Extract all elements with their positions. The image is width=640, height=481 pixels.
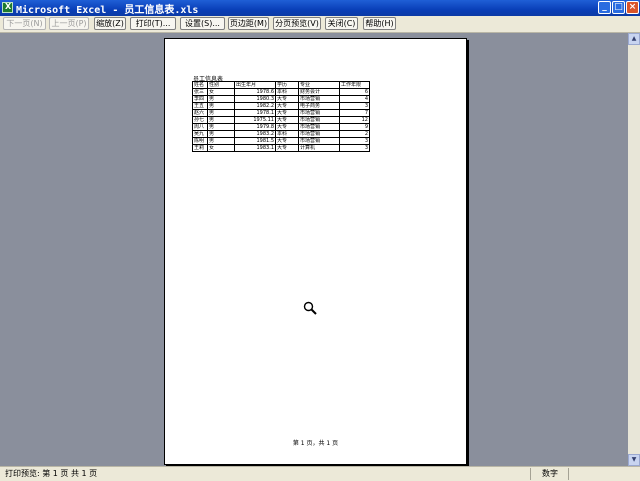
table-cell: 6 (339, 88, 370, 96)
table-header-row: 姓名 性别 出生年月 学历 专业 工作年限 (192, 81, 370, 89)
table-row: 王莉女 1983.1 大专 计算机 3 (192, 144, 370, 152)
title-bar: X Microsoft Excel - 员工信息表.xls _ □ × (0, 0, 640, 16)
status-mode: 数字 (542, 469, 558, 478)
table-cell: 电子商务 (298, 102, 340, 110)
table-row: 吴九男 1983.2 本科 市场营销 2 (192, 130, 370, 138)
close-preview-button[interactable]: 关闭(C) (325, 17, 358, 30)
close-window-button[interactable]: × (626, 1, 639, 14)
setup-button[interactable]: 设置(S)... (180, 17, 225, 30)
table-cell: 男 (207, 116, 235, 124)
table-cell: 市场营销 (298, 130, 340, 138)
table-cell: 本科 (275, 130, 299, 138)
header-cell: 性别 (207, 81, 235, 89)
table-cell: 孙七 (192, 116, 208, 124)
table-cell: 市场营销 (298, 116, 340, 124)
employee-table: 姓名 性别 出生年月 学历 专业 工作年限 张三女 1978.6 本科 财务会计 6 李… (192, 81, 370, 152)
table-cell: 男 (207, 137, 235, 145)
table-cell: 吴九 (192, 130, 208, 138)
table-cell: 大专 (275, 137, 299, 145)
scroll-down-icon[interactable]: ▼ (628, 454, 640, 466)
page-break-preview-button[interactable]: 分页预览(V) (273, 17, 321, 30)
table-cell: 大专 (275, 102, 299, 110)
table-cell: 市场营销 (298, 137, 340, 145)
table-cell: 财务会计 (298, 88, 340, 96)
table-cell: 女 (207, 88, 235, 96)
table-cell: 男 (207, 130, 235, 138)
table-cell: 1982.2 (234, 102, 276, 110)
prev-page-button[interactable]: 上一页(P) (49, 17, 89, 30)
status-page-info: 打印预览: 第 1 页 共 1 页 (5, 469, 98, 478)
table-cell: 1978.6 (234, 88, 276, 96)
table-cell: 男 (207, 102, 235, 110)
table-cell: 王五 (192, 102, 208, 110)
table-cell: 大专 (275, 109, 299, 117)
table-cell: 大专 (275, 123, 299, 131)
table-cell: 大专 (275, 95, 299, 103)
table-row: 周八男 1979.8 大专 市场营销 9 (192, 123, 370, 131)
page-footer: 第 1 页，共 1 页 (292, 440, 339, 447)
table-cell: 3 (339, 102, 370, 110)
next-page-button[interactable]: 下一页(N) (3, 17, 46, 30)
table-row: 王五男 1982.2 大专 电子商务 3 (192, 102, 370, 110)
table-row: 孙七男 1975.11 大专 市场营销 12 (192, 116, 370, 124)
print-button[interactable]: 打印(T)... (130, 17, 176, 30)
table-cell: 赵六 (192, 109, 208, 117)
table-cell: 2 (339, 130, 370, 138)
header-cell: 出生年月 (234, 81, 276, 89)
header-cell: 专业 (298, 81, 340, 89)
table-cell: 男 (207, 109, 235, 117)
table-cell: 市场营销 (298, 95, 340, 103)
table-cell: 王莉 (192, 144, 208, 152)
table-cell: 12 (339, 116, 370, 124)
table-cell: 大专 (275, 116, 299, 124)
table-cell: 3 (339, 144, 370, 152)
margins-button[interactable]: 页边距(M) (228, 17, 269, 30)
table-cell: 男 (207, 123, 235, 131)
table-row: 李四男 1980.3 大专 市场营销 4 (192, 95, 370, 103)
table-cell: 计算机 (298, 144, 340, 152)
table-cell: 1975.11 (234, 116, 276, 124)
scroll-up-icon[interactable]: ▲ (628, 33, 640, 45)
table-cell: 周八 (192, 123, 208, 131)
header-cell: 姓名 (192, 81, 208, 89)
table-cell: 张三 (192, 88, 208, 96)
table-row: 赵六男 1978.1 大专 市场营销 7 (192, 109, 370, 117)
excel-icon[interactable]: X (2, 2, 13, 13)
header-cell: 工作年限 (339, 81, 370, 89)
table-cell: 男 (207, 95, 235, 103)
table-cell: 1979.8 (234, 123, 276, 131)
status-divider (530, 468, 531, 480)
table-cell: 1983.2 (234, 130, 276, 138)
vertical-scrollbar[interactable]: ▲ ▼ (628, 33, 640, 466)
magnifier-cursor-icon (303, 301, 317, 315)
table-cell: 4 (339, 95, 370, 103)
window-title: Microsoft Excel - 员工信息表.xls (16, 5, 199, 16)
maximize-button[interactable]: □ (612, 1, 625, 14)
preview-page[interactable]: 员工信息表 姓名 性别 出生年月 学历 专业 工作年限 张三女 1978.6 本科财… (164, 38, 467, 465)
table-cell: 陈明 (192, 137, 208, 145)
table-cell: 李四 (192, 95, 208, 103)
table-cell: 本科 (275, 88, 299, 96)
help-button[interactable]: 帮助(H) (363, 17, 396, 30)
table-row: 陈明男 1981.5 大专 市场营销 3 (192, 137, 370, 145)
table-cell: 1978.1 (234, 109, 276, 117)
table-cell: 1981.5 (234, 137, 276, 145)
table-cell: 9 (339, 123, 370, 131)
zoom-button[interactable]: 缩放(Z) (94, 17, 126, 30)
table-cell: 1983.1 (234, 144, 276, 152)
table-cell: 1980.3 (234, 95, 276, 103)
status-bar: 打印预览: 第 1 页 共 1 页 数字 (0, 466, 640, 481)
print-preview-toolbar: 下一页(N) 上一页(P) 缩放(Z) 打印(T)... 设置(S)... 页边… (0, 16, 640, 33)
minimize-button[interactable]: _ (598, 1, 611, 14)
table-cell: 3 (339, 137, 370, 145)
table-row: 张三女 1978.6 本科 财务会计 6 (192, 88, 370, 96)
table-cell: 大专 (275, 144, 299, 152)
table-cell: 市场营销 (298, 123, 340, 131)
table-cell: 女 (207, 144, 235, 152)
table-cell: 7 (339, 109, 370, 117)
header-cell: 学历 (275, 81, 299, 89)
status-divider (568, 468, 569, 480)
table-cell: 市场营销 (298, 109, 340, 117)
